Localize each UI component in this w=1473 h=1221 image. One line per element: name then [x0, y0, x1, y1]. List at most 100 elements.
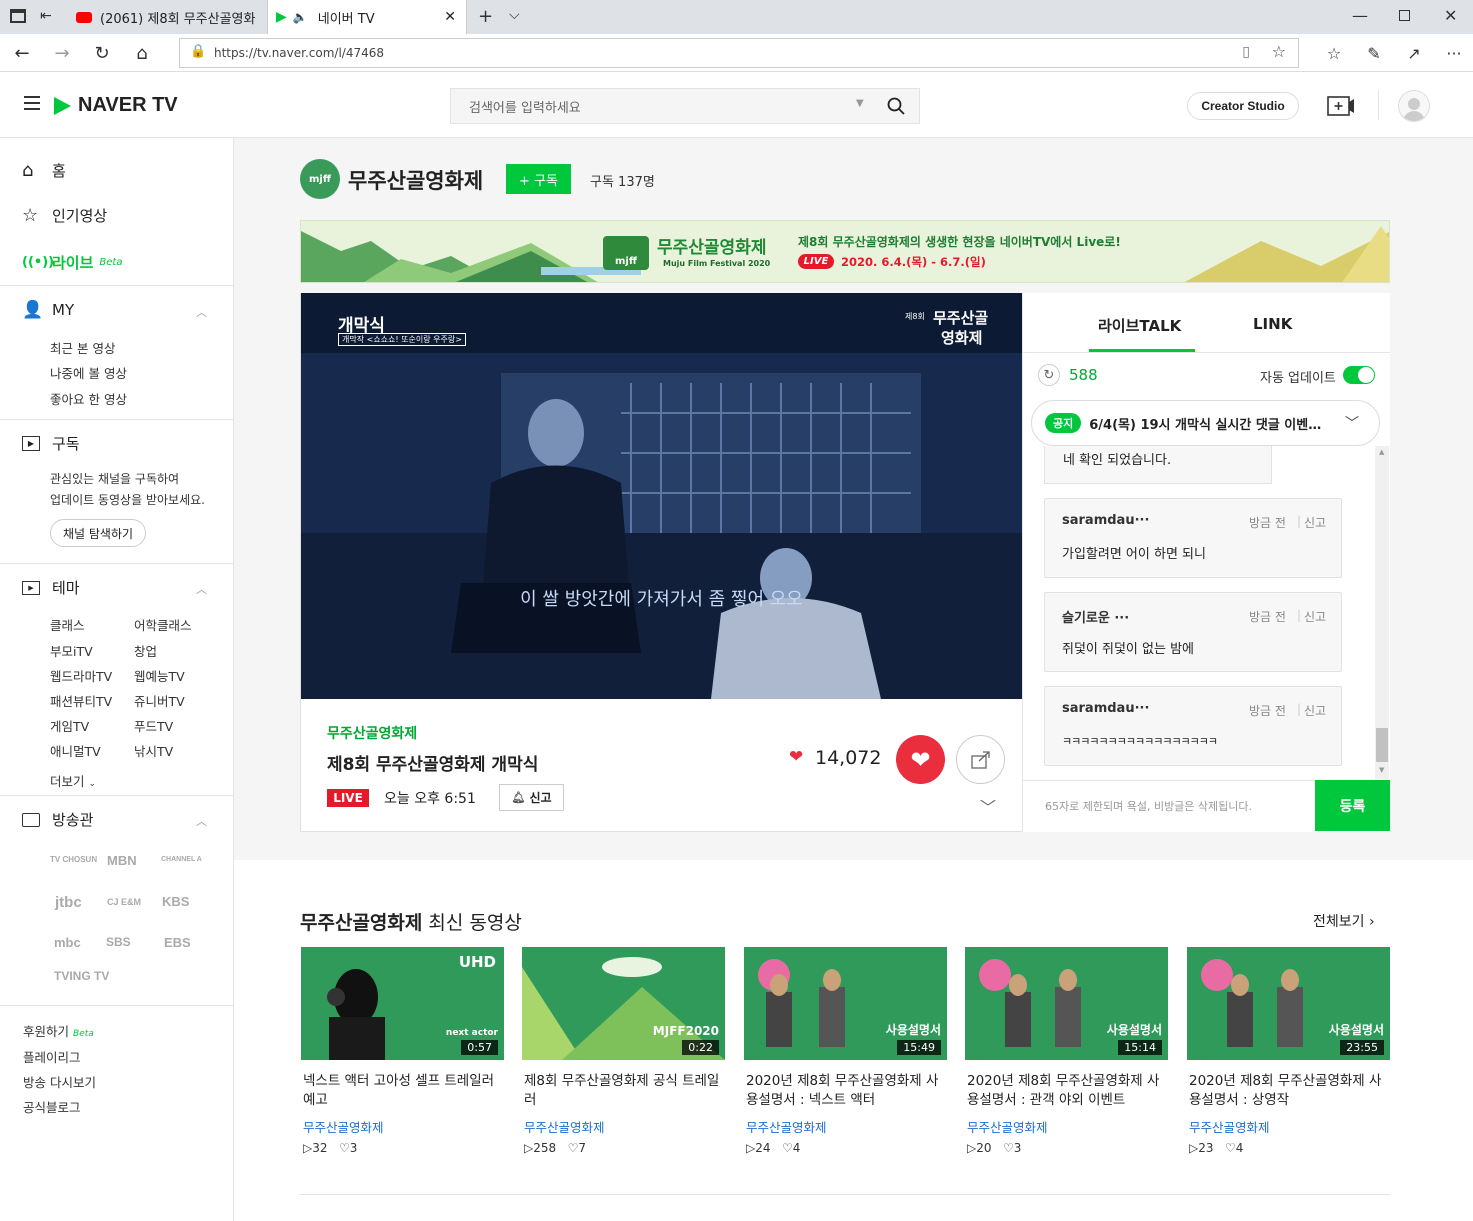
maximize-icon[interactable]: [1399, 10, 1410, 21]
minimize-icon[interactable]: —: [1352, 6, 1368, 25]
brand-mbc[interactable]: mbc: [54, 935, 81, 950]
back-icon[interactable]: ←: [2, 34, 42, 72]
sidebar-item-popular[interactable]: ☆ 인기영상: [22, 205, 107, 226]
brand-tvchosun[interactable]: TV CHOSUN: [50, 855, 97, 864]
video-card-channel[interactable]: 무주산골영화제: [303, 1117, 384, 1136]
speaker-icon[interactable]: 🔈: [293, 10, 308, 24]
sidebar-item-recent[interactable]: 최근 본 영상: [50, 338, 115, 357]
chevron-up-icon[interactable]: ︿: [196, 304, 207, 320]
avatar[interactable]: [1398, 90, 1430, 122]
scroll-thumb[interactable]: [1376, 728, 1388, 762]
chat-username[interactable]: saramdau···: [1062, 513, 1149, 528]
sidebar-item-playleague[interactable]: 플레이리그: [23, 1047, 81, 1066]
tab-list-icon[interactable]: ⇤: [40, 8, 52, 24]
video-card-title[interactable]: 제8회 무주산골영화제 공식 트레일러: [524, 1072, 727, 1110]
sidebar-item-replay[interactable]: 방송 다시보기: [23, 1072, 96, 1091]
sidebar-section-my[interactable]: 👤 MY: [22, 300, 74, 320]
sidebar-item-live[interactable]: ((•)) 라이브 Beta: [22, 252, 122, 273]
theme-item[interactable]: 클래스: [50, 615, 85, 634]
search-icon[interactable]: [887, 97, 905, 115]
video-card-channel[interactable]: 무주산골영화제: [746, 1117, 827, 1136]
share-icon[interactable]: ↗: [1394, 34, 1434, 72]
theme-item[interactable]: 쥬니버TV: [134, 691, 185, 710]
search-input[interactable]: 검색어를 입력하세요 ▼: [450, 88, 920, 124]
sidebar-item-liked[interactable]: 좋아요 한 영상: [50, 389, 127, 408]
brand-tving[interactable]: TVING TV: [54, 969, 109, 983]
video-card-title[interactable]: 2020년 제8회 무주산골영화제 사용설명서 : 상영작: [1189, 1072, 1392, 1110]
video-thumbnail[interactable]: 사용설명서 15:49: [744, 947, 947, 1060]
theme-item[interactable]: 웹드라마TV: [50, 666, 112, 685]
chat-scrollbar[interactable]: ▲ ▼: [1375, 446, 1389, 779]
hamburger-menu-icon[interactable]: [24, 96, 40, 110]
video-thumbnail[interactable]: MJFF2020 0:22: [522, 947, 725, 1060]
sidebar-item-home[interactable]: ⌂ 홈: [22, 160, 66, 181]
video-channel-link[interactable]: 무주산골영화제: [327, 723, 417, 743]
theme-item[interactable]: 낚시TV: [134, 741, 173, 760]
theme-more-link[interactable]: 더보기 ⌄: [50, 771, 96, 790]
tab-navertv[interactable]: ▶ 🔈 네이버 TV ✕: [267, 0, 467, 34]
sidebar-section-broadcast[interactable]: 방송관: [22, 809, 93, 830]
theme-item[interactable]: 어학클래스: [134, 615, 192, 634]
view-all-link[interactable]: 전체보기 ›: [1313, 911, 1375, 931]
expand-chevron-icon[interactable]: ﹀: [980, 794, 996, 818]
favorite-star-icon[interactable]: ☆: [1272, 42, 1286, 61]
theme-item[interactable]: 게임TV: [50, 716, 89, 735]
video-card-title[interactable]: 2020년 제8회 무주산골영화제 사용설명서 : 관객 야외 이벤트: [967, 1072, 1170, 1110]
brand-kbs[interactable]: KBS: [162, 894, 189, 909]
channel-avatar[interactable]: mjff: [300, 159, 340, 199]
auto-update-toggle[interactable]: [1343, 366, 1375, 384]
creator-studio-button[interactable]: Creator Studio: [1187, 92, 1299, 120]
more-icon[interactable]: ···: [1434, 34, 1473, 72]
notice-bar[interactable]: 공지 6/4(목) 19시 개막식 실시간 댓글 이벤… ﹀: [1031, 400, 1380, 446]
sidebar-item-donate[interactable]: 후원하기 Beta: [23, 1021, 94, 1040]
video-card-title[interactable]: 넥스트 액터 고아성 셀프 트레일러 예고: [303, 1072, 506, 1110]
video-card-channel[interactable]: 무주산골영화제: [967, 1117, 1048, 1136]
festival-banner[interactable]: mjff 무주산골영화제 Muju Film Festival 2020 제8회…: [300, 220, 1390, 283]
theme-item[interactable]: 푸드TV: [134, 716, 173, 735]
refresh-icon[interactable]: ↻: [1038, 364, 1060, 386]
video-thumbnail[interactable]: 사용설명서 23:55: [1187, 947, 1390, 1060]
scroll-up-icon[interactable]: ▲: [1379, 448, 1384, 456]
video-card-title[interactable]: 2020년 제8회 무주산골영화제 사용설명서 : 넥스트 액터: [746, 1072, 949, 1110]
brand-jtbc[interactable]: jtbc: [55, 894, 82, 911]
chat-report-link[interactable]: 신고: [1304, 514, 1326, 531]
sidebar-section-subscribe[interactable]: ▶ 구독: [22, 433, 80, 454]
reading-view-icon[interactable]: ▯: [1242, 44, 1250, 60]
refresh-icon[interactable]: ↻: [82, 34, 122, 72]
upload-video-icon[interactable]: [1327, 96, 1355, 116]
tab-link[interactable]: LINK: [1253, 315, 1292, 333]
chat-username[interactable]: 슬기로운 ···: [1062, 607, 1129, 626]
search-dropdown-icon[interactable]: ▼: [856, 98, 864, 109]
new-tab-icon[interactable]: +: [478, 6, 493, 27]
share-button[interactable]: [956, 735, 1005, 784]
window-menu-icon[interactable]: [10, 9, 26, 23]
theme-item[interactable]: 웹예능TV: [134, 666, 185, 685]
chevron-up-icon[interactable]: ︿: [196, 813, 207, 829]
chat-username[interactable]: saramdau···: [1062, 701, 1149, 716]
channel-name[interactable]: 무주산골영화제: [348, 165, 483, 195]
brand-sbs[interactable]: SBS: [106, 935, 131, 949]
report-button[interactable]: 🔔︎ 신고: [499, 784, 564, 811]
chevron-up-icon[interactable]: ︿: [196, 581, 207, 597]
close-window-icon[interactable]: ✕: [1444, 6, 1457, 25]
home-icon[interactable]: ⌂: [122, 34, 162, 72]
chevron-down-icon[interactable]: ﹀: [1345, 413, 1359, 433]
theme-item[interactable]: 창업: [134, 641, 157, 660]
sidebar-item-later[interactable]: 나중에 볼 영상: [50, 363, 127, 382]
chat-input[interactable]: 65자로 제한되며 욕설, 비방글은 삭제됩니다.: [1023, 780, 1315, 831]
theme-item[interactable]: 패션뷰티TV: [50, 691, 112, 710]
close-tab-icon[interactable]: ✕: [444, 9, 456, 25]
sidebar-section-theme[interactable]: ▶ 테마: [22, 577, 80, 598]
sidebar-item-blog[interactable]: 공식블로그: [23, 1097, 81, 1116]
forward-icon[interactable]: →: [42, 34, 82, 72]
brand-cjenm[interactable]: CJ E&M: [107, 897, 141, 907]
video-player[interactable]: 개막식 개막작 <쇼쇼쇼! 또순이랑 우주랑> 제8회 무주산골 영화제 이 쌀…: [301, 293, 1022, 699]
chat-report-link[interactable]: 신고: [1304, 702, 1326, 719]
url-field[interactable]: 🔒 https://tv.naver.com/l/47468 ▯ ☆: [179, 38, 1299, 68]
naver-tv-logo[interactable]: NAVER TV: [52, 94, 178, 117]
explore-channels-button[interactable]: 채널 탐색하기: [50, 519, 146, 547]
tab-live-talk[interactable]: 라이브TALK: [1098, 315, 1181, 336]
scroll-down-icon[interactable]: ▼: [1379, 766, 1384, 774]
subscribe-button[interactable]: + 구독: [506, 164, 571, 194]
brand-channela[interactable]: CHANNEL A: [161, 856, 202, 863]
